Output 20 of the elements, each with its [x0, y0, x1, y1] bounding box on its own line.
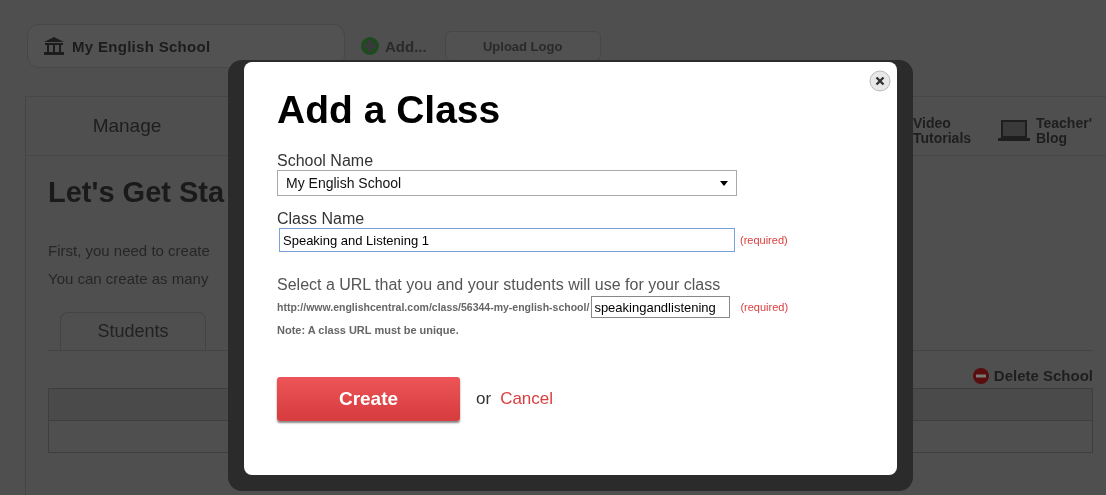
- required-note: (required): [740, 234, 788, 246]
- cancel-link[interactable]: Cancel: [500, 389, 554, 409]
- laptop-icon: [997, 119, 1031, 143]
- field-label: School Name: [277, 152, 375, 170]
- close-icon[interactable]: [869, 70, 891, 92]
- url-note: Note: A class URL must be unique.: [277, 324, 460, 336]
- plus-icon: [361, 37, 379, 55]
- url-field[interactable]: speakingandlistening: [591, 296, 731, 318]
- building-icon: [44, 37, 64, 55]
- create-button[interactable]: Create: [277, 377, 460, 421]
- url-label: Select a URL that you and your students will use for your class: [277, 275, 722, 295]
- or-text: or: [476, 389, 492, 409]
- modal-title: Add a Class: [277, 88, 502, 132]
- url-prefix: http://www.englishcentral.com/class/56344-my-english-school/: [277, 301, 590, 313]
- class-name-field[interactable]: Speaking and Listening 1: [279, 228, 735, 252]
- required-note: (required): [740, 301, 789, 313]
- field-label: Class Name: [277, 210, 366, 228]
- minus-icon: [972, 367, 989, 384]
- school-select[interactable]: My English School: [277, 170, 737, 196]
- caret-icon: [720, 180, 728, 186]
